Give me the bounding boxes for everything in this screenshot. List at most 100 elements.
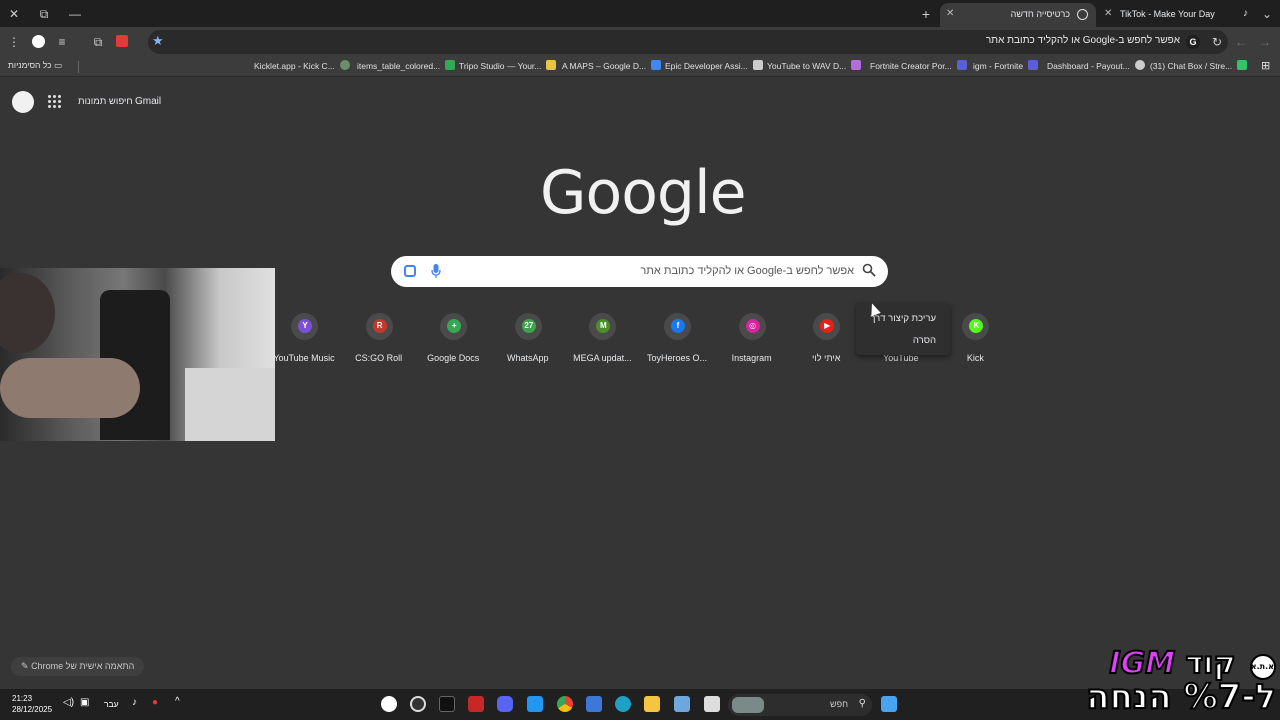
shortcut-icon: Y [298,319,312,333]
tab-search-icon[interactable]: ⌄ [1257,4,1277,24]
bookmark-item[interactable]: Tripo Studio — Your... [459,60,557,71]
customize-chrome-button[interactable]: התאמה אישית של Chrome ✎ [11,657,145,676]
photos-icon[interactable] [527,696,543,712]
shortcut-circle: ▶ [813,313,841,340]
clock[interactable]: 21:23 28/12/2025 [12,693,52,715]
omnibox-text: אפשר לחפש ב-Google או להקליד כתובת אתר [985,35,1180,46]
chrome-icon[interactable] [557,696,573,712]
obs-icon[interactable] [381,696,397,712]
shortcut-tile[interactable]: K Kick [940,312,1010,368]
tab-tiktok[interactable]: ✕ TikTok - Make Your Day ♪ [1100,3,1250,27]
tab-new-tab[interactable]: ✕ כרטיסייה חדשה [940,3,1096,27]
shortcut-label: ToyHeroes O... [646,353,708,363]
app-icon[interactable] [410,696,426,712]
shortcut-icon: f [671,319,685,333]
shortcut-tile[interactable]: Y YouTube Music [269,312,339,368]
link-icon [1134,60,1145,70]
chrome-icon [1077,9,1088,20]
bookmark-item[interactable]: Fortnite Creator Por... [870,60,967,71]
google-lens-icon[interactable] [404,265,416,277]
pencil-icon: ✎ [21,661,29,671]
menu-icon[interactable]: ⋮ [5,33,23,51]
clock-date: 28/12/2025 [12,705,53,714]
bookmark-item[interactable]: items_table_colored... [357,60,456,71]
bookmark-label: Fortnite Creator Por... [870,61,952,71]
forward-icon[interactable]: ← [1232,33,1250,51]
app-red-icon[interactable] [468,696,484,712]
bookmark-item[interactable]: YouTube to WAV D... [767,60,862,71]
close-tab-icon[interactable]: ✕ [1104,3,1112,25]
search-icon: ⚲ [858,698,866,709]
tab-strip: ✕ ⧉ — + ✕ כרטיסייה חדשה ✕ TikTok - Make … [0,0,1280,27]
bookmarks-bar: כל הסימניות ▭ Kicklet.app - Kick C... it… [0,57,1280,77]
edit-shortcut-menu-item[interactable]: עריכת קיצור דרך [870,313,936,324]
bookmark-item[interactable]: Kicklet.app - Kick C... [254,60,350,71]
search-box[interactable]: אפשר לחפש ב-Google או להקליד כתובת אתר [391,256,888,287]
edge-icon[interactable] [615,696,631,712]
microphone-tray-icon[interactable]: ♪ [132,697,137,708]
gmail-link[interactable]: Gmail [135,96,161,107]
new-tab-icon[interactable]: + [916,4,936,24]
drive-icon [651,60,662,70]
tray-app-icon[interactable]: ● [152,697,158,708]
apps-grid-icon[interactable]: ⊞ [1261,59,1270,72]
extension-red-icon[interactable] [113,33,131,51]
taskbar-search[interactable]: חפש ⚲ [728,694,872,716]
store-icon[interactable] [586,696,602,712]
shortcut-icon: + [447,319,462,333]
shortcut-tile[interactable]: R CS:GO Roll [344,312,414,368]
restore-window-icon[interactable]: ⧉ [34,4,54,24]
bookmark-star-icon[interactable]: ★ [152,33,164,49]
sheets-icon [445,60,456,70]
shortcut-label: YouTube Music [273,353,335,363]
shortcut-tile[interactable]: ▶ איתי לוי [791,312,861,368]
shortcut-icon: 27 [521,319,536,333]
app-icon[interactable] [704,696,720,712]
shortcut-label: CS:GO Roll [355,353,403,363]
language-indicator[interactable]: עבר [104,699,119,709]
microphone-icon[interactable] [431,264,441,278]
epic-games-icon[interactable] [439,696,455,712]
extensions-icon[interactable]: ⧉ [89,33,107,51]
show-hidden-icons[interactable]: ^ [175,696,180,707]
media-control-icon[interactable]: ≡ [53,33,71,51]
all-bookmarks-button[interactable]: כל הסימניות ▭ [8,60,62,71]
reload-icon[interactable]: ↻ [1208,33,1226,51]
remove-shortcut-menu-item[interactable]: הסרה [913,335,936,346]
shortcut-icon: M [596,319,611,333]
bookmark-item[interactable]: A MAPS – Google D... [562,60,662,71]
file-explorer-icon[interactable] [644,696,660,712]
windows-start-icon[interactable] [881,696,897,712]
bookmark-label: items_table_colored... [357,61,441,71]
avatar[interactable] [12,91,34,113]
tripo-icon [546,60,557,70]
network-icon[interactable]: ▣ [80,697,89,708]
search-icon[interactable] [862,263,876,277]
discord-icon[interactable] [497,696,513,712]
bookmark-label: YouTube to WAV D... [767,61,847,71]
profile-icon[interactable] [29,33,47,51]
omnibox[interactable]: ★ אפשר לחפש ב-Google או להקליד כתובת אתר… [148,30,1228,54]
bookmark-item[interactable]: Dashboard - Payout... [1047,60,1145,71]
google-apps-icon[interactable] [48,95,62,109]
shortcut-circle: R [365,313,393,340]
shortcut-tile[interactable]: M MEGA updat... [567,312,637,368]
bookmark-label: Kicklet.app - Kick C... [254,61,335,71]
bookmark-item[interactable]: igm - Fortnite [973,60,1039,71]
images-link[interactable]: חיפוש תמונות [78,96,133,107]
divider [78,61,79,73]
volume-icon[interactable]: ◁) [63,697,74,708]
close-window-icon[interactable]: ✕ [4,4,24,24]
minimize-window-icon[interactable]: — [65,4,85,24]
bookmark-item[interactable]: Epic Developer Assi... [665,60,763,71]
close-tab-icon[interactable]: ✕ [946,3,954,25]
shortcut-icon: ◎ [745,319,760,333]
shortcut-tile[interactable]: f ToyHeroes O... [642,312,712,368]
epic-icon [752,60,763,70]
back-icon[interactable]: → [1256,33,1274,51]
shortcut-tile[interactable]: ◎ Instagram [717,312,787,368]
shortcut-tile[interactable]: 27 WhatsApp [493,312,563,368]
shortcut-tile[interactable]: + Google Docs [418,312,488,368]
bookmark-item[interactable]: (31) Chat Box / Stre... [1150,60,1248,71]
app-icon[interactable] [674,696,690,712]
